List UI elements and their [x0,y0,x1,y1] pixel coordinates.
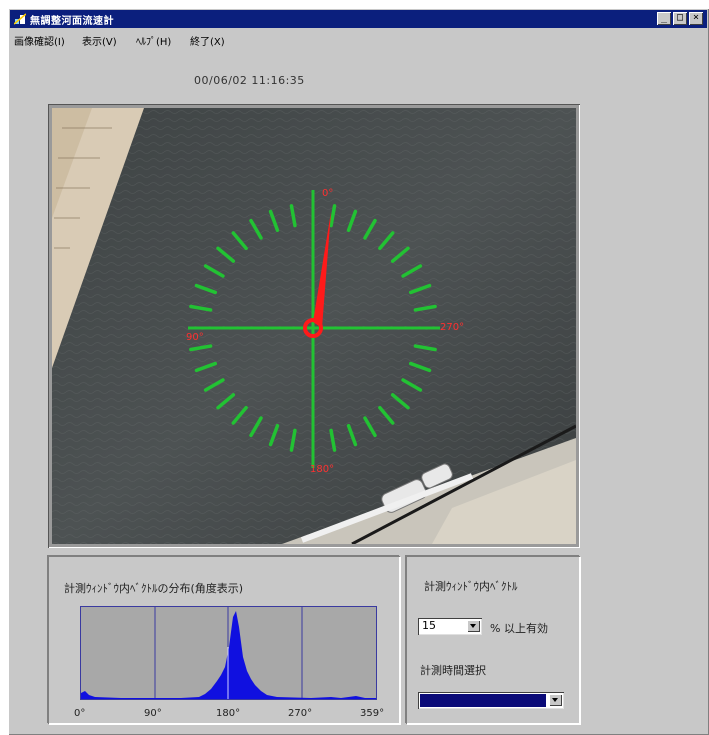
threshold-suffix: % 以上有効 [490,622,548,635]
camera-image: 0° 90° 270° 180° [52,108,576,544]
hist-tick-270: 270° [288,708,313,719]
menu-image-check[interactable]: 画像確認(I) [14,33,65,48]
app-icon [14,13,26,25]
menu-view[interactable]: 表示(V) [82,33,117,48]
menu-help[interactable]: ﾍﾙﾌﾟ(H) [136,33,171,48]
hist-tick-0: 0° [74,708,86,719]
window-title: 無調整河面流速計 [30,16,114,27]
compass-label-bottom: 180° [310,464,334,475]
angle-histogram [80,606,377,700]
river-camera-view: 0° 90° 270° 180° [52,108,576,544]
menu-bar: 画像確認(I) 表示(V) ﾍﾙﾌﾟ(H) 終了(X) [10,30,707,48]
histogram-title: 計測ｳｨﾝﾄﾞｳ内ﾍﾞｸﾄﾙの分布(角度表示) [64,582,244,595]
minimize-button[interactable]: _ [657,12,671,25]
hist-tick-90: 90° [144,708,162,719]
close-button[interactable]: × [689,12,703,25]
time-selected-value [420,694,546,707]
threshold-dropdown-icon[interactable] [467,620,480,632]
video-frame: 0° 90° 270° 180° [48,104,580,548]
time-dropdown-icon[interactable] [549,694,562,706]
vector-panel-title: 計測ｳｨﾝﾄﾞｳ内ﾍﾞｸﾄﾙ [424,580,518,593]
app-window: 無調整河面流速計 _ □ × 画像確認(I) 表示(V) ﾍﾙﾌﾟ(H) 終了(… [8,8,709,735]
vector-settings-panel: 計測ｳｨﾝﾄﾞｳ内ﾍﾞｸﾄﾙ 15 % 以上有効 計測時間選択 [406,556,580,724]
time-label: 計測時間選択 [420,664,486,677]
time-select[interactable] [418,692,564,709]
threshold-value: 15 [422,619,436,632]
maximize-button[interactable]: □ [673,12,687,25]
window-controls: _ □ × [657,12,703,25]
title-bar: 無調整河面流速計 _ □ × [10,10,707,28]
compass-label-left: 90° [186,332,204,343]
compass-label-top: 0° [322,188,333,199]
compass-label-right: 270° [440,322,464,333]
threshold-select[interactable]: 15 [418,618,482,635]
menu-exit[interactable]: 終了(X) [190,33,225,48]
hist-tick-180: 180° [216,708,241,719]
hist-tick-359: 359° [360,708,385,719]
capture-timestamp: 00/06/02 11:16:35 [194,74,305,87]
histogram-panel: 計測ｳｨﾝﾄﾞｳ内ﾍﾞｸﾄﾙの分布(角度表示) 0° 90° 180° 270°… [48,556,400,724]
